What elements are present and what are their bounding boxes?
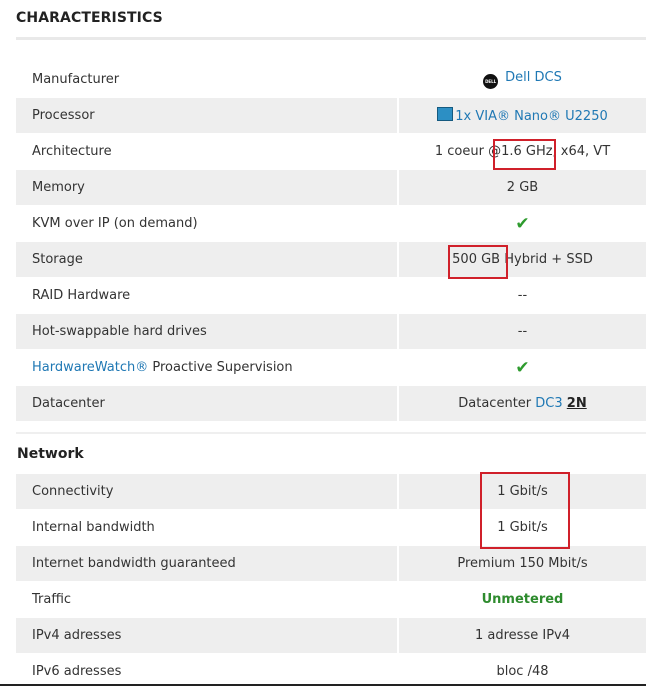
spec-label: Storage	[16, 242, 399, 278]
spec-value: 1x VIA® Nano® U2250	[399, 98, 646, 134]
spec-label-text: Proactive Supervision	[152, 360, 293, 375]
spec-row-processor: Processor 1x VIA® Nano® U2250	[16, 98, 646, 134]
spec-label: RAID Hardware	[16, 278, 399, 314]
spec-value: 500 GB Hybrid + SSD	[399, 242, 646, 278]
spec-row-manufacturer: Manufacturer DELL Dell DCS	[16, 62, 646, 98]
traffic-value: Unmetered	[481, 592, 564, 607]
manufacturer-link[interactable]: Dell DCS	[505, 70, 562, 85]
spec-value: Unmetered	[399, 582, 646, 618]
spec-row-hotswap: Hot-swappable hard drives --	[16, 314, 646, 350]
highlight-box-frequency	[493, 139, 556, 170]
spec-label: Manufacturer	[16, 62, 399, 98]
spec-value: 1 adresse IPv4	[399, 618, 646, 654]
spec-label: Internet bandwidth guaranteed	[16, 546, 399, 582]
network-row-traffic: Traffic Unmetered	[16, 582, 646, 618]
spec-label: KVM over IP (on demand)	[16, 206, 399, 242]
spec-label: Internal bandwidth	[16, 510, 399, 546]
spec-label: Architecture	[16, 134, 399, 170]
spec-label: Connectivity	[16, 474, 399, 510]
spec-value: --	[399, 278, 646, 314]
spec-label: Traffic	[16, 582, 399, 618]
spec-label: Processor	[16, 98, 399, 134]
spec-row-memory: Memory 2 GB	[16, 170, 646, 206]
dell-logo-icon: DELL	[483, 74, 499, 89]
spec-label: Memory	[16, 170, 399, 206]
spec-value: Datacenter DC3 2N	[399, 386, 646, 422]
check-icon: ✔	[515, 357, 530, 378]
spec-value: DELL Dell DCS	[399, 62, 646, 98]
check-icon: ✔	[515, 213, 530, 234]
spec-value: 2 GB	[399, 170, 646, 206]
highlight-box-storage	[448, 245, 508, 279]
section-title: CHARACTERISTICS	[16, 10, 163, 26]
processor-link[interactable]: 1x VIA® Nano® U2250	[455, 109, 607, 124]
spec-label: Hot-swappable hard drives	[16, 314, 399, 350]
characteristics-table: Manufacturer DELL Dell DCS Processor 1x V…	[16, 62, 646, 422]
spec-row-raid: RAID Hardware --	[16, 278, 646, 314]
highlight-box-bandwidth	[480, 472, 570, 549]
title-divider	[16, 37, 646, 40]
cpu-chip-icon	[437, 107, 454, 121]
spec-row-supervision: HardwareWatch® Proactive Supervision ✔	[16, 350, 646, 386]
spec-row-storage: Storage 500 GB Hybrid + SSD	[16, 242, 646, 278]
network-row-ipv4: IPv4 adresses 1 adresse IPv4	[16, 618, 646, 654]
spec-row-kvm: KVM over IP (on demand) ✔	[16, 206, 646, 242]
network-row-internet-bandwidth: Internet bandwidth guaranteed Premium 15…	[16, 546, 646, 582]
spec-row-datacenter: Datacenter Datacenter DC3 2N	[16, 386, 646, 422]
spec-value: --	[399, 314, 646, 350]
spec-label: HardwareWatch® Proactive Supervision	[16, 350, 399, 386]
spec-label: IPv4 adresses	[16, 618, 399, 654]
spec-value: Premium 150 Mbit/s	[399, 546, 646, 582]
hardwarewatch-link[interactable]: HardwareWatch®	[32, 360, 148, 375]
spec-value: ✔	[399, 350, 646, 386]
network-divider	[16, 432, 646, 434]
spec-label: Datacenter	[16, 386, 399, 422]
network-section-title: Network	[17, 446, 84, 462]
datacenter-prefix: Datacenter	[458, 396, 532, 411]
spec-value: ✔	[399, 206, 646, 242]
redundancy-badge[interactable]: 2N	[567, 396, 587, 411]
datacenter-link[interactable]: DC3	[535, 396, 562, 411]
